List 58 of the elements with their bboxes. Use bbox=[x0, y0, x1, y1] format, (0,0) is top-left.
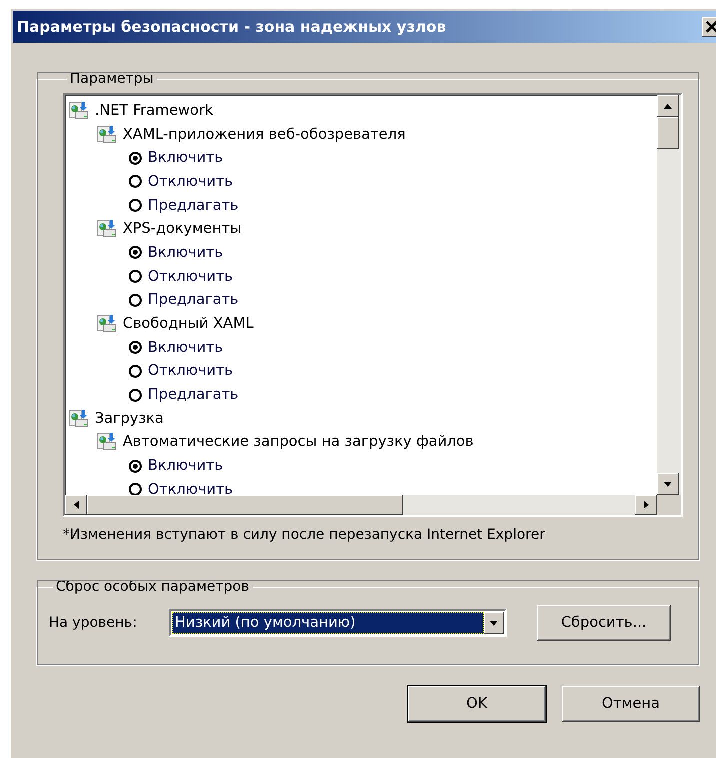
vertical-scrollbar[interactable] bbox=[657, 95, 681, 495]
arrow-right-icon bbox=[644, 501, 648, 509]
radio-button[interactable] bbox=[129, 294, 142, 307]
radio-label[interactable]: Включить bbox=[148, 458, 224, 474]
radio-label[interactable]: Включить bbox=[148, 340, 224, 356]
radio-label[interactable]: Предлагать bbox=[148, 198, 239, 214]
level-dropdown[interactable]: Низкий (по умолчанию) bbox=[169, 609, 507, 637]
arrow-left-icon bbox=[74, 501, 78, 509]
group-label: Сброс особых параметров bbox=[55, 579, 250, 595]
dialog-button[interactable]: OK bbox=[408, 686, 546, 722]
level-label: На уровень: bbox=[49, 615, 138, 631]
close-button[interactable] bbox=[702, 17, 716, 37]
radio-label[interactable]: Отключить bbox=[148, 268, 234, 285]
radio-button[interactable] bbox=[129, 199, 142, 212]
radio-label[interactable]: Включить bbox=[148, 244, 224, 261]
dialog-button[interactable]: Отмена bbox=[562, 686, 700, 722]
radio-label[interactable]: Отключить bbox=[148, 363, 234, 380]
arrow-down-icon bbox=[490, 620, 498, 626]
radio-button[interactable] bbox=[129, 460, 142, 473]
scroll-left-button[interactable] bbox=[65, 495, 87, 515]
radio-button[interactable] bbox=[129, 388, 142, 402]
radio-button[interactable] bbox=[129, 246, 142, 260]
tree-item[interactable]: XAML-приложения веб-обозревателя bbox=[97, 122, 657, 146]
tree-item[interactable]: Автоматические запросы на загрузку файлов bbox=[97, 430, 657, 454]
arrow-down-icon bbox=[664, 482, 672, 486]
radio-label[interactable]: Отключить bbox=[148, 174, 234, 190]
radio-label[interactable]: Предлагать bbox=[148, 387, 239, 404]
network-settings-icon bbox=[97, 314, 117, 334]
tree-item[interactable]: Загрузка bbox=[69, 406, 657, 431]
radio-button[interactable] bbox=[129, 175, 142, 188]
horizontal-scrollbar[interactable] bbox=[65, 495, 657, 515]
scroll-thumb[interactable] bbox=[657, 117, 679, 149]
network-settings-icon bbox=[97, 219, 117, 240]
tree-item[interactable]: Свободный XAML bbox=[97, 312, 657, 336]
radio-label[interactable]: Предлагать bbox=[148, 292, 239, 308]
radio-button[interactable] bbox=[129, 364, 142, 378]
scroll-up-button[interactable] bbox=[657, 95, 679, 117]
reset-button[interactable]: Сбросить... bbox=[537, 605, 671, 641]
tree-item[interactable]: XPS-документы bbox=[97, 217, 657, 242]
arrow-up-icon bbox=[664, 104, 672, 108]
tree-item[interactable]: .NET Framework bbox=[69, 99, 657, 123]
scrollbar-corner bbox=[657, 495, 681, 515]
radio-label[interactable]: Включить bbox=[148, 150, 224, 166]
radio-button[interactable] bbox=[129, 152, 142, 165]
restart-note: *Изменения вступают в силу после перезапуска Internet Explorer bbox=[63, 527, 546, 543]
network-settings-icon bbox=[69, 408, 89, 429]
scroll-down-button[interactable] bbox=[657, 473, 679, 495]
radio-label[interactable]: Отключить bbox=[148, 482, 234, 495]
radio-button[interactable] bbox=[129, 270, 142, 284]
radio-button[interactable] bbox=[129, 341, 142, 354]
scroll-right-button[interactable] bbox=[635, 495, 657, 515]
window-title: Параметры безопасности - зона надежных узлов bbox=[17, 18, 448, 36]
network-settings-icon bbox=[97, 124, 117, 145]
close-icon bbox=[706, 21, 716, 33]
scroll-thumb[interactable] bbox=[87, 495, 403, 515]
group-label: Параметры bbox=[69, 71, 155, 87]
network-settings-icon bbox=[97, 432, 117, 452]
network-settings-icon bbox=[69, 100, 89, 121]
